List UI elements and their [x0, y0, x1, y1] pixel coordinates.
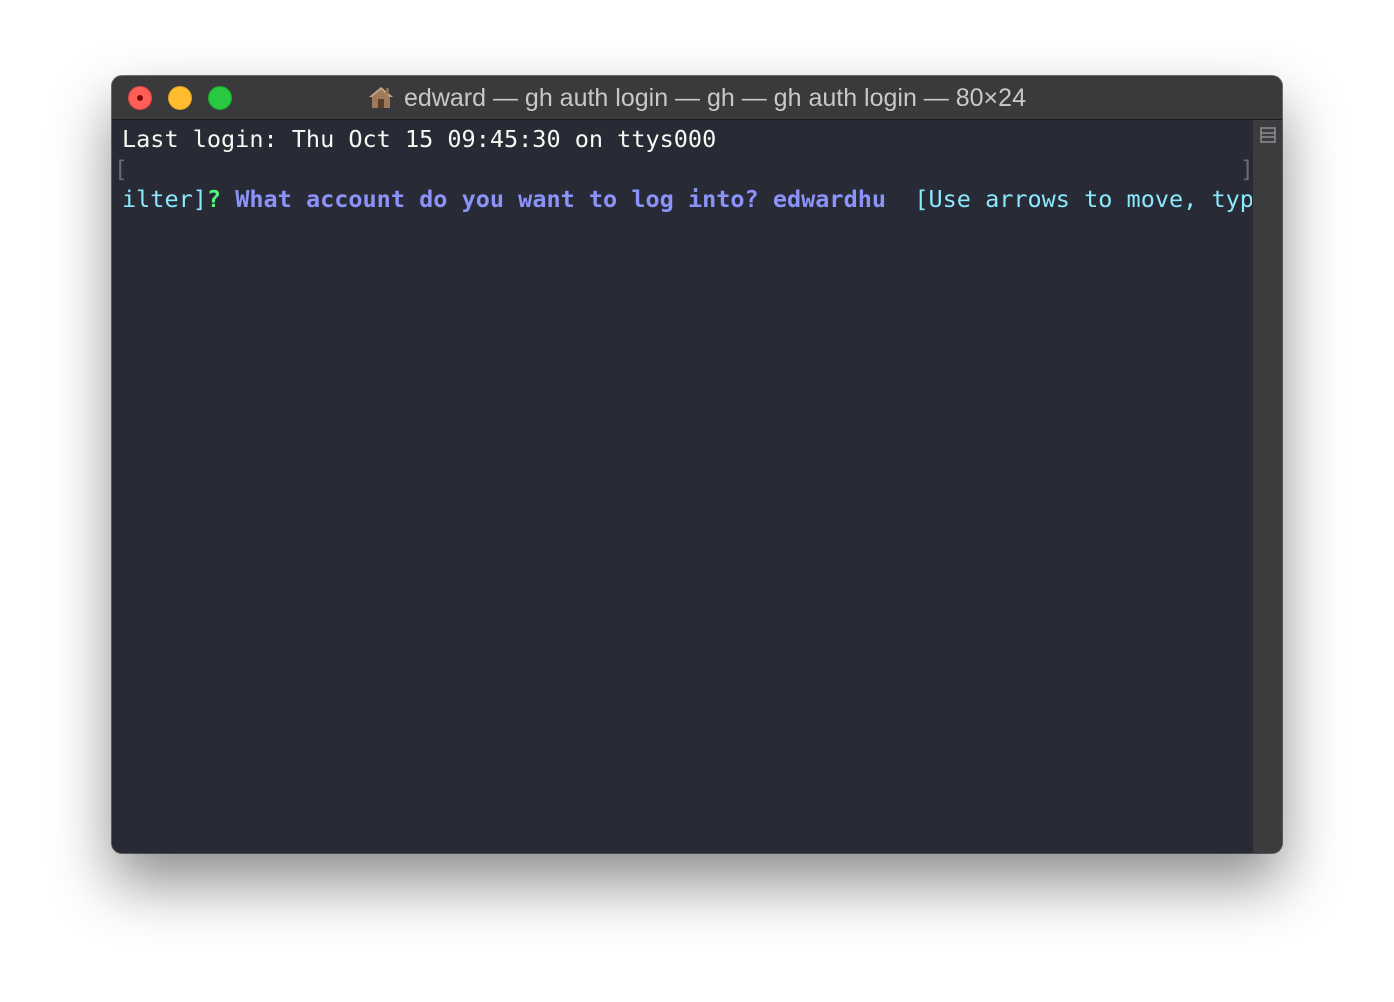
window-title-area: edward — gh auth login — gh — gh auth lo…: [112, 76, 1282, 120]
terminal-output[interactable]: Last login: Thu Oct 15 09:45:30 on ttys0…: [112, 120, 1268, 853]
prompt-line: [? What account do you want to log into?…: [114, 154, 1268, 213]
split-pane-icon[interactable]: [1260, 127, 1276, 143]
window-title: edward — gh auth login — gh — gh auth lo…: [404, 83, 1026, 112]
terminal-window: edward — gh auth login — gh — gh auth lo…: [112, 76, 1282, 853]
home-folder-icon: [368, 85, 394, 109]
title-bar[interactable]: edward — gh auth login — gh — gh auth lo…: [112, 76, 1282, 120]
line-left-mark: [: [114, 157, 128, 183]
prompt-hint-wrap: ilter]: [122, 185, 207, 213]
last-login-line: Last login: Thu Oct 15 09:45:30 on ttys0…: [122, 125, 717, 153]
scrollbar[interactable]: [1252, 120, 1282, 853]
